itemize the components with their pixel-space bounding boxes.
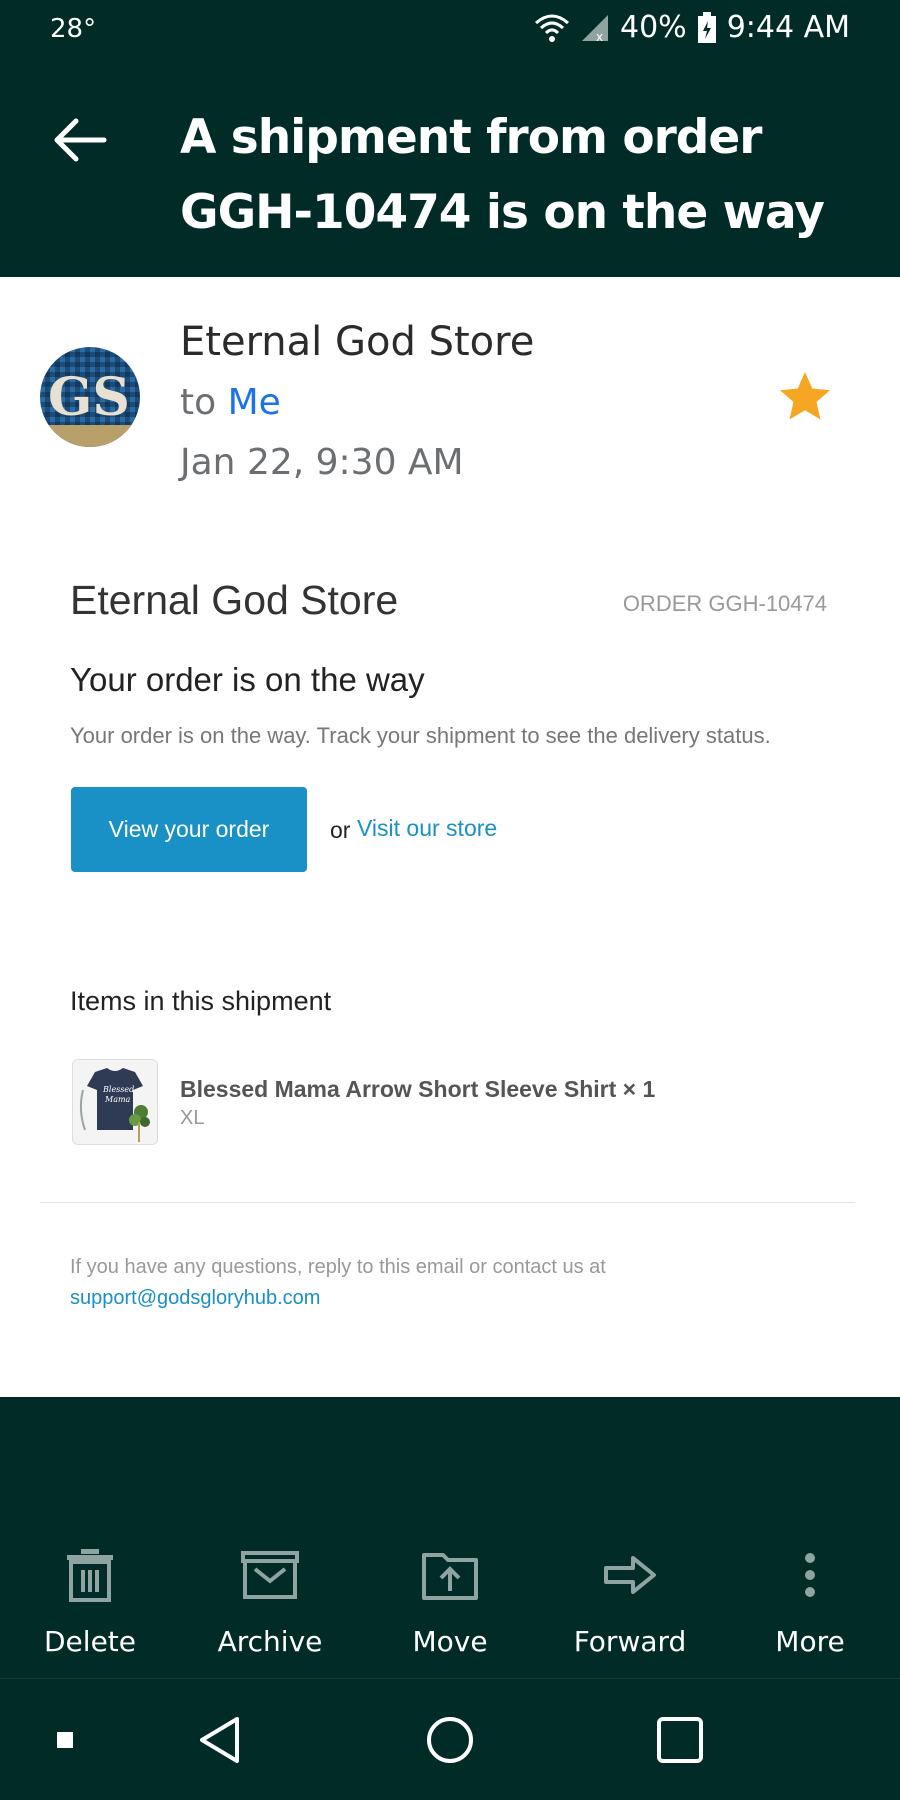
divider	[0, 1678, 900, 1679]
sender-avatar[interactable]: GS	[40, 347, 140, 447]
square-recents-icon	[657, 1717, 703, 1763]
back-arrow-icon	[54, 118, 107, 162]
store-name: Eternal God Store	[70, 577, 399, 623]
order-description: Your order is on the way. Track your shi…	[70, 723, 771, 748]
item-thumbnail: Blessed Mama	[72, 1059, 158, 1145]
nav-recents-button[interactable]	[640, 1680, 720, 1800]
svg-text:Blessed: Blessed	[102, 1085, 134, 1094]
svg-text:x: x	[596, 30, 603, 43]
item-variant: XL	[180, 1107, 205, 1129]
footer-text: If you have any questions, reply to this…	[70, 1256, 606, 1278]
navigation-bar	[0, 1680, 900, 1800]
order-number: ORDER GGH-10474	[622, 591, 827, 616]
signal-icon: x	[580, 13, 610, 43]
items-heading: Items in this shipment	[70, 986, 332, 1016]
back-button[interactable]	[40, 100, 120, 180]
email-subject: A shipment from order GGH-10474 is on th…	[180, 110, 825, 240]
order-heading: Your order is on the way	[70, 661, 425, 698]
svg-text:Mama: Mama	[104, 1095, 131, 1104]
nav-indicator-icon	[45, 1680, 85, 1800]
forward-button[interactable]: Forward	[545, 1535, 715, 1675]
temperature: 28°	[50, 14, 97, 44]
sender-name: Eternal God Store	[180, 319, 535, 365]
move-folder-icon	[421, 1535, 479, 1615]
email-date: Jan 22, 9:30 AM	[180, 442, 464, 483]
support-email-link[interactable]: support@godsgloryhub.com	[70, 1287, 320, 1310]
move-label: Move	[412, 1625, 488, 1658]
clock: 9:44 AM	[726, 10, 850, 45]
nav-back-button[interactable]	[180, 1680, 260, 1800]
forward-arrow-icon	[603, 1535, 657, 1615]
archive-label: Archive	[217, 1625, 323, 1658]
archive-icon	[241, 1535, 299, 1615]
status-bar: 28° x 40% 9:44 AM	[0, 0, 900, 60]
archive-button[interactable]: Archive	[185, 1535, 355, 1675]
action-bar: Delete Archive Move Forward More	[0, 1535, 900, 1675]
triangle-back-icon	[200, 1717, 239, 1763]
status-icons: x 40% 9:44 AM	[534, 10, 850, 45]
battery-percent: 40%	[620, 10, 687, 45]
more-button[interactable]: More	[725, 1535, 895, 1675]
to-label: to	[180, 382, 217, 423]
item-title: Blessed Mama Arrow Short Sleeve Shirt × …	[180, 1076, 656, 1102]
circle-home-icon	[427, 1717, 473, 1763]
recipient-link[interactable]: Me	[228, 382, 281, 423]
wifi-icon	[534, 13, 570, 43]
star-icon[interactable]	[775, 367, 845, 437]
nav-home-button[interactable]	[410, 1680, 490, 1800]
forward-label: Forward	[573, 1625, 687, 1658]
visit-store-link[interactable]: Visit our store	[357, 815, 497, 842]
or-text: or	[330, 817, 351, 843]
email-header: A shipment from order GGH-10474 is on th…	[0, 60, 900, 277]
battery-icon	[697, 11, 717, 44]
more-label: More	[775, 1625, 845, 1658]
svg-text:GS: GS	[48, 367, 130, 428]
more-vertical-icon	[803, 1535, 817, 1615]
move-button[interactable]: Move	[365, 1535, 535, 1675]
divider	[40, 1202, 855, 1203]
delete-label: Delete	[44, 1625, 136, 1658]
recipient-line: to Me	[180, 382, 281, 423]
delete-button[interactable]: Delete	[5, 1535, 175, 1675]
email-content: GS Eternal God Store to Me Jan 22, 9:30 …	[0, 277, 900, 1397]
trash-icon	[65, 1535, 115, 1615]
view-order-button[interactable]: View your order	[71, 787, 307, 872]
